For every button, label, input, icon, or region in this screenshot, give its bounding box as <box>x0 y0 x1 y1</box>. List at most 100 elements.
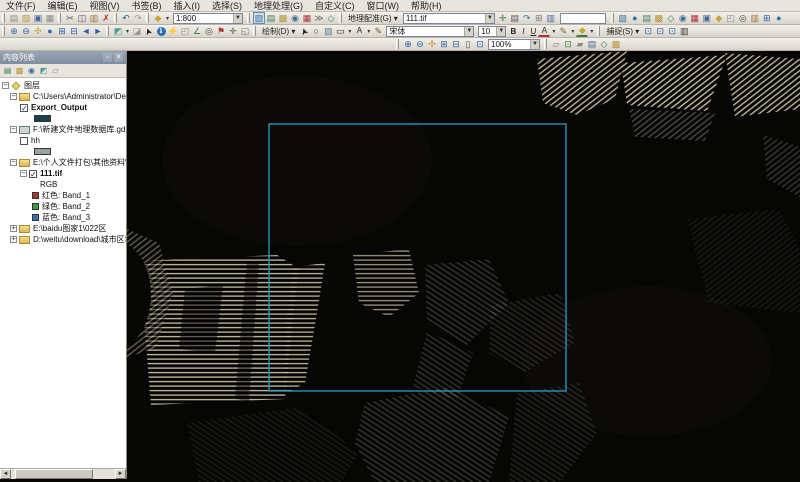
font-size-combo[interactable]: 10▼ <box>478 26 506 37</box>
zoom-whole-page-icon[interactable] <box>462 38 474 50</box>
toolbar-grip[interactable] <box>253 26 256 36</box>
draw-shape-dropdown-arrow[interactable]: ▾ <box>346 28 353 35</box>
delete-icon[interactable] <box>100 12 112 24</box>
combo-arrow-icon[interactable]: ▼ <box>485 14 494 23</box>
add-data-dropdown-arrow[interactable]: ▾ <box>164 15 171 22</box>
add-control-points-icon[interactable] <box>497 12 509 24</box>
viewer-window-icon[interactable] <box>239 25 251 37</box>
layers-list-icon[interactable] <box>641 12 653 24</box>
toc-layer-hh[interactable]: hh <box>0 135 126 146</box>
combo-arrow-icon[interactable]: ▼ <box>233 14 242 23</box>
view-link-table-icon[interactable] <box>509 12 521 24</box>
toolbar-grip[interactable] <box>247 13 250 23</box>
menu-bookmarks[interactable]: 书签(B) <box>126 0 168 12</box>
toc-layer-111-tif[interactable]: − ✓ 111.tif <box>0 168 126 179</box>
layout-fixed-zoom-out-icon[interactable] <box>450 38 462 50</box>
python-icon[interactable] <box>313 12 325 24</box>
editor-toolbar-toggle-icon[interactable] <box>253 12 265 24</box>
collapse-icon[interactable]: − <box>10 126 17 133</box>
group-label[interactable]: E:\个人文件打包\其他资料\图家\yss <box>33 157 126 168</box>
draw-text-dropdown-arrow[interactable]: ▾ <box>365 28 372 35</box>
menu-view[interactable]: 视图(V) <box>84 0 126 12</box>
collapse-icon[interactable]: − <box>20 170 27 177</box>
point-snapping-icon[interactable] <box>642 25 654 37</box>
coordinate-input[interactable] <box>560 13 606 24</box>
draw-picture-icon[interactable] <box>322 25 334 37</box>
bold-button[interactable]: B <box>508 26 518 37</box>
attributes-icon[interactable] <box>678 25 690 37</box>
redo-icon[interactable] <box>132 12 144 24</box>
layer-label[interactable]: hh <box>31 136 40 145</box>
menu-insert[interactable]: 插入(I) <box>168 0 207 12</box>
save-icon[interactable] <box>32 12 44 24</box>
blue-band-swatch[interactable] <box>32 214 39 221</box>
modelbuilder-icon[interactable] <box>325 12 337 24</box>
collapse-icon[interactable]: − <box>2 82 9 89</box>
identify-icon[interactable] <box>155 25 167 37</box>
toolbar-grip[interactable] <box>58 13 61 23</box>
expand-icon[interactable]: + <box>10 225 17 232</box>
find-icon[interactable] <box>203 25 215 37</box>
layout-extra-tool-icon[interactable] <box>598 38 610 50</box>
georeferencing-layer-combo[interactable]: 111.tif▼ <box>403 13 495 24</box>
window-tool-icon[interactable] <box>725 12 737 24</box>
checkbox-checked[interactable]: ✓ <box>29 170 37 178</box>
group-label[interactable]: C:\Users\Administrator\Desktop\p <box>33 92 126 101</box>
layout-fixed-zoom-in-icon[interactable] <box>438 38 450 50</box>
paste-icon[interactable] <box>88 12 100 24</box>
line-color-icon[interactable] <box>557 25 569 37</box>
collapse-icon[interactable]: − <box>10 159 17 166</box>
select-features-dropdown-arrow[interactable]: ▾ <box>124 28 131 35</box>
toc-symbol-row[interactable] <box>0 146 126 157</box>
target-tool-icon[interactable] <box>737 12 749 24</box>
menu-geoprocessing[interactable]: 地理处理(G) <box>248 0 309 12</box>
collapse-icon[interactable]: − <box>10 93 17 100</box>
combo-arrow-icon[interactable]: ▼ <box>464 27 473 36</box>
change-layout-icon[interactable] <box>574 38 586 50</box>
toolbar-grip[interactable] <box>146 13 149 23</box>
toolbar-grip[interactable] <box>396 39 399 49</box>
toolbar-grip[interactable] <box>2 26 5 36</box>
layout-zoom-in-icon[interactable] <box>402 38 414 50</box>
undo-icon[interactable] <box>120 12 132 24</box>
toolbar-grip[interactable] <box>339 13 342 23</box>
list-by-selection-icon[interactable] <box>38 65 49 76</box>
menu-file[interactable]: 文件(F) <box>0 0 42 12</box>
fill-color-icon[interactable] <box>576 25 588 37</box>
layout-zoom-out-icon[interactable] <box>414 38 426 50</box>
hyperlink-icon[interactable] <box>167 25 179 37</box>
data-driven-pages-icon[interactable] <box>586 38 598 50</box>
scroll-left-icon[interactable]: ◄ <box>0 469 11 479</box>
folder-tool-icon[interactable] <box>653 12 665 24</box>
html-popup-icon[interactable] <box>179 25 191 37</box>
diamond-tool-icon[interactable] <box>665 12 677 24</box>
draw-select-icon[interactable] <box>298 25 310 37</box>
full-extent-icon[interactable] <box>44 25 56 37</box>
draw-edit-vertices-icon[interactable] <box>372 25 384 37</box>
italic-button[interactable]: I <box>518 26 528 37</box>
green-band-swatch[interactable] <box>32 203 39 210</box>
toc-group-desktop[interactable]: − C:\Users\Administrator\Desktop\p <box>0 91 126 102</box>
pan-icon[interactable] <box>32 25 44 37</box>
scroll-right-icon[interactable]: ► <box>115 469 126 479</box>
toc-horizontal-scrollbar[interactable]: ◄ ► <box>0 468 126 479</box>
fixed-zoom-out-icon[interactable] <box>68 25 80 37</box>
layer-label[interactable]: Export_Output <box>31 103 87 112</box>
toc-item-layers[interactable]: − 图层 <box>0 80 126 91</box>
toc-band-red-row[interactable]: 红色: Band_1 <box>0 190 126 201</box>
new-document-icon[interactable] <box>8 12 20 24</box>
grid-tool-icon[interactable] <box>701 12 713 24</box>
star-tool-icon[interactable] <box>713 12 725 24</box>
menu-customize[interactable]: 自定义(C) <box>309 0 361 12</box>
checkbox-unchecked[interactable] <box>20 137 28 145</box>
zoom-100-percent-icon[interactable] <box>474 38 486 50</box>
toolbar-grip[interactable] <box>544 39 547 49</box>
cut-icon[interactable] <box>64 12 76 24</box>
update-georeferencing-icon[interactable] <box>545 12 557 24</box>
group-label[interactable]: F:\新建文件地理数据库.gdb <box>33 124 126 135</box>
toolbar-grip[interactable] <box>2 13 5 23</box>
export-output-swatch[interactable] <box>34 115 51 122</box>
group-label[interactable]: E:\baidu图家1\022区 <box>33 223 106 234</box>
vertex-snapping-icon[interactable] <box>666 25 678 37</box>
select-features-icon[interactable] <box>112 25 124 37</box>
